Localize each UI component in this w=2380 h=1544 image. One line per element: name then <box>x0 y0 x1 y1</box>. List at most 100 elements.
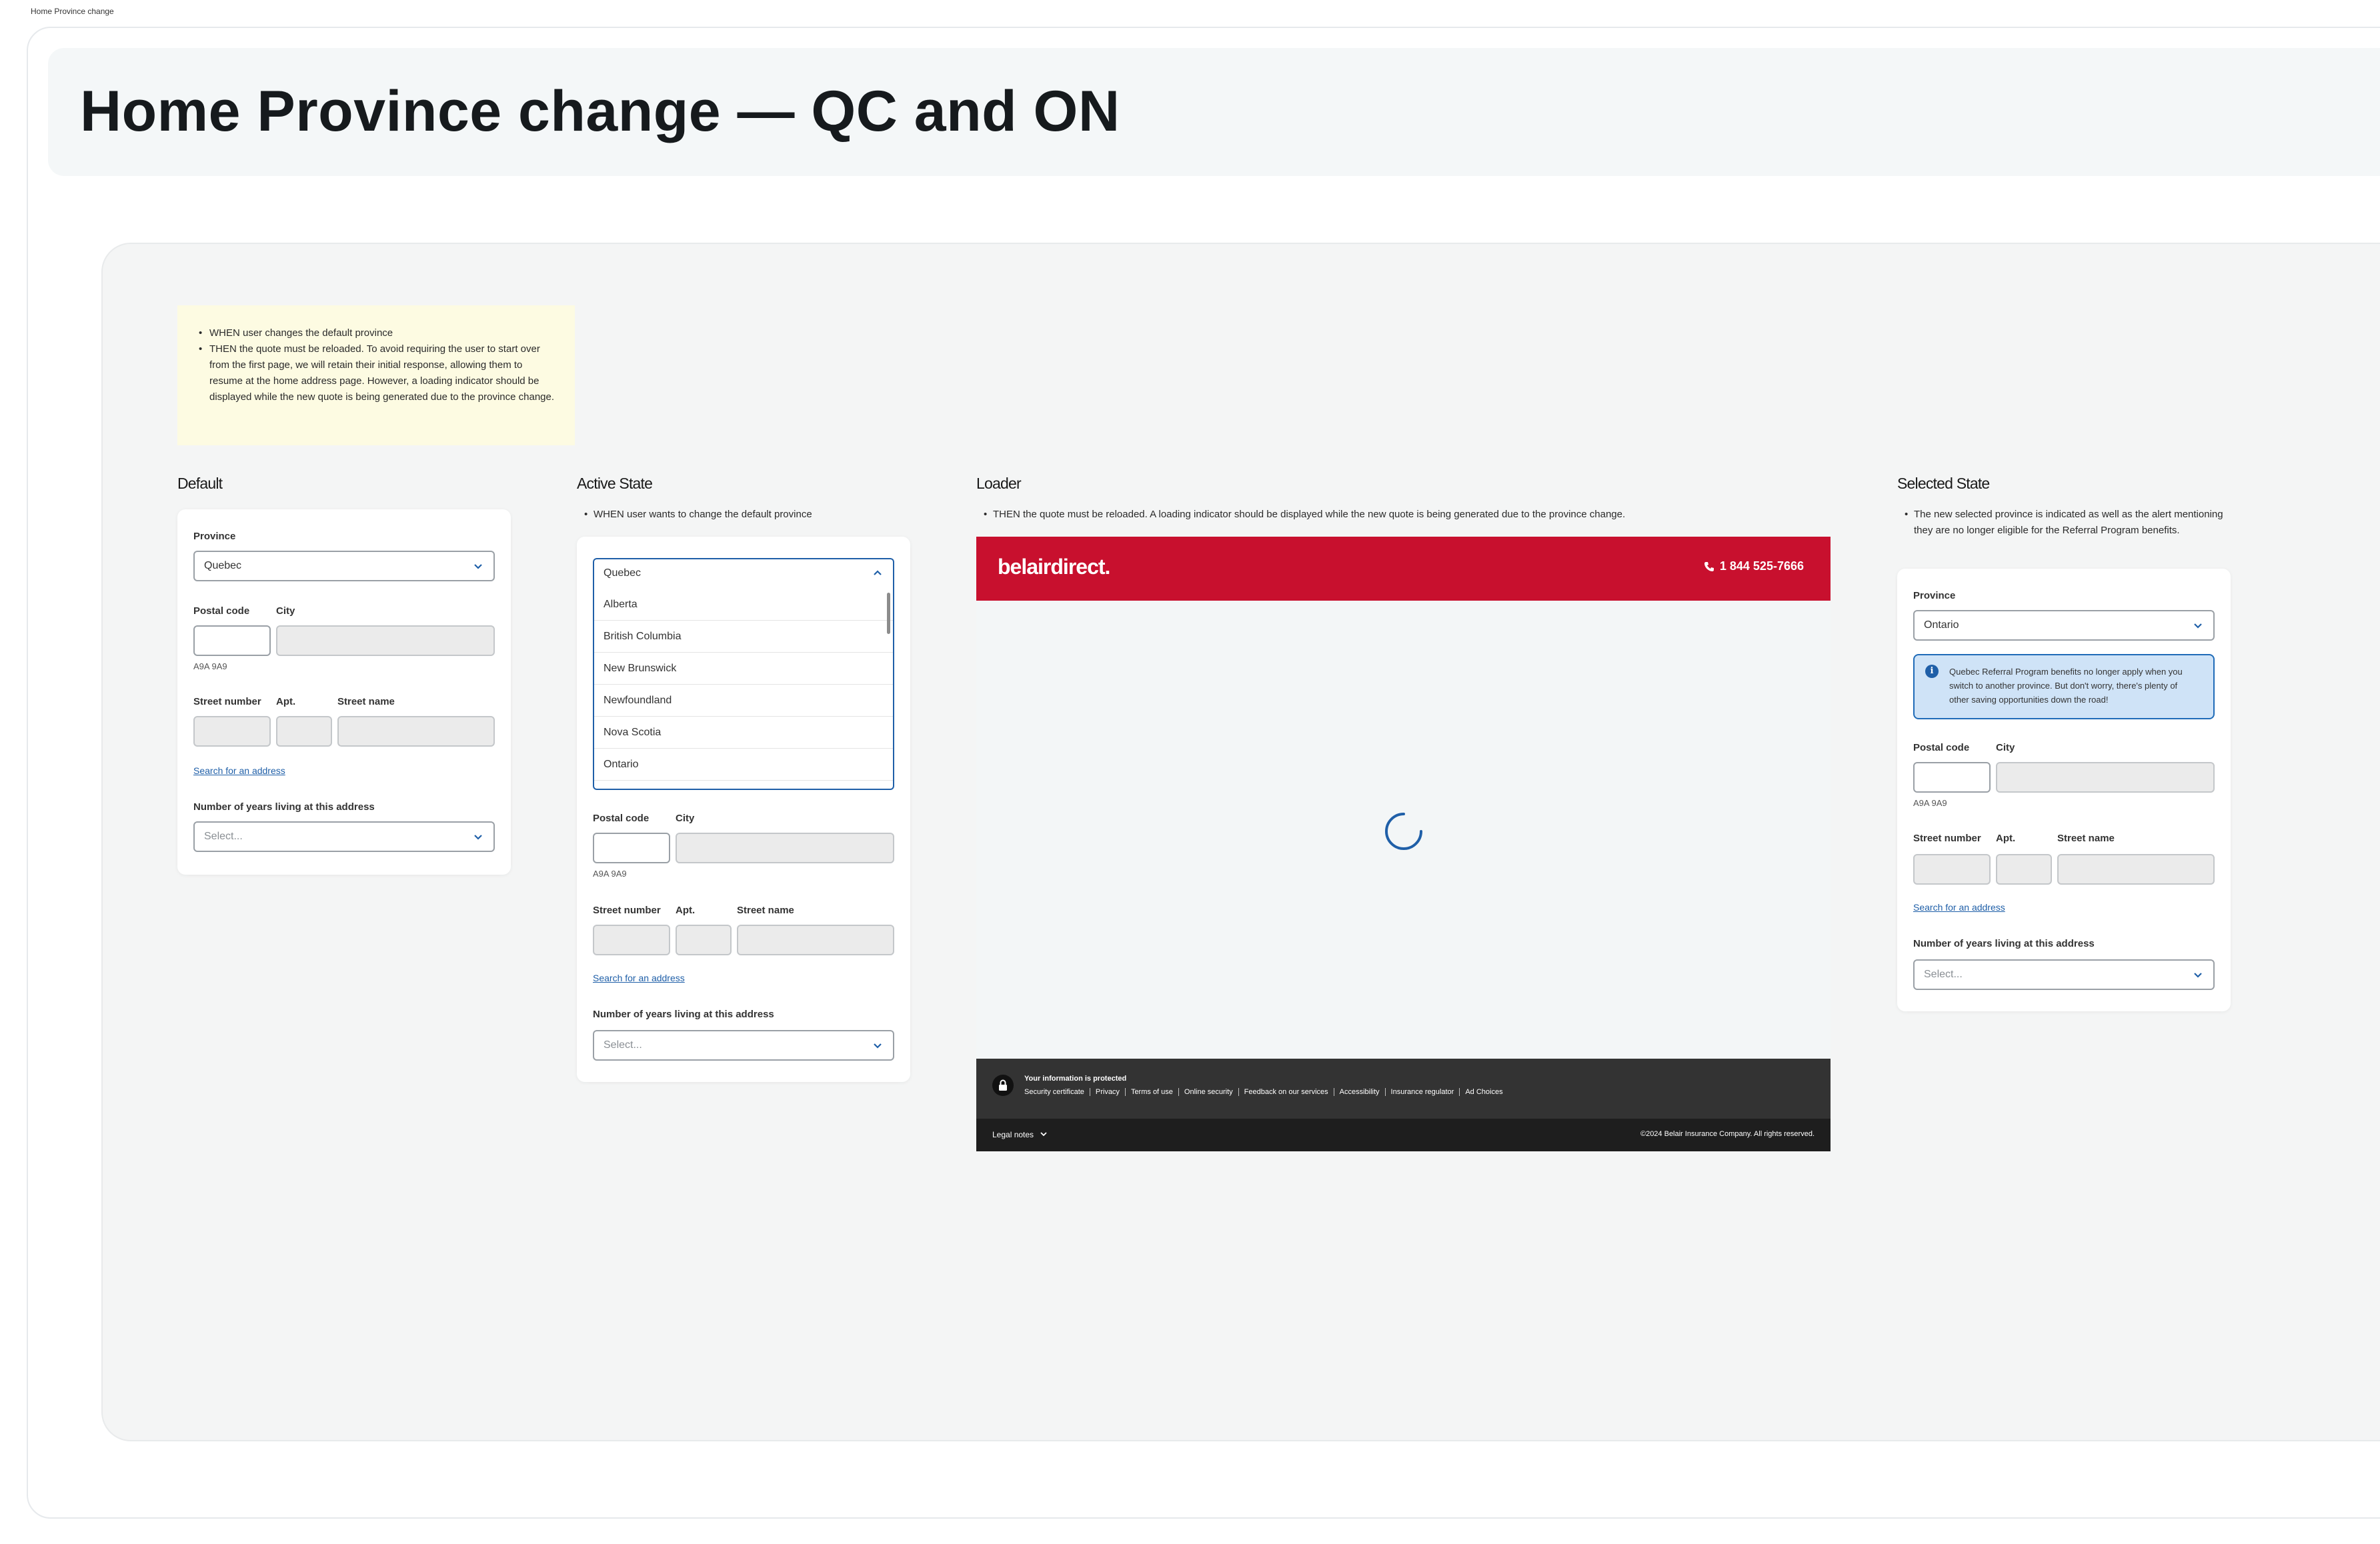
years-label: Number of years living at this address <box>193 801 375 813</box>
footer-bottom: Legal notes ©2024 Belair Insurance Compa… <box>976 1119 1831 1151</box>
city-input <box>676 833 894 863</box>
apt-label: Apt. <box>676 905 696 916</box>
lock-icon <box>992 1075 1014 1096</box>
active-note: WHEN user wants to change the default pr… <box>584 507 914 523</box>
dropdown-scrollbar[interactable] <box>887 593 890 634</box>
province-select[interactable]: Quebec <box>193 551 495 581</box>
option-nova-scotia[interactable]: Nova Scotia <box>594 717 893 749</box>
footer-link-accessibility[interactable]: Accessibility <box>1333 1088 1385 1096</box>
postal-code-hint: A9A 9A9 <box>1913 798 1947 808</box>
footer-link-security-certificate[interactable]: Security certificate <box>1024 1088 1090 1096</box>
years-placeholder: Select... <box>204 831 243 842</box>
apt-input <box>676 925 732 955</box>
chevron-down-icon <box>474 835 482 840</box>
search-address-link[interactable]: Search for an address <box>1913 902 2005 913</box>
loading-spinner-icon <box>1385 813 1422 850</box>
chevron-down-icon <box>2194 973 2202 978</box>
postal-code-hint: A9A 9A9 <box>193 661 227 671</box>
province-select-open[interactable]: Quebec <box>593 558 894 589</box>
postal-code-input[interactable] <box>593 833 670 863</box>
active-heading: Active State <box>577 475 653 492</box>
province-dropdown-list: Alberta British Columbia New Brunswick N… <box>593 589 894 790</box>
years-select[interactable]: Select... <box>1913 959 2215 990</box>
province-value: Quebec <box>204 560 242 571</box>
street-number-label: Street number <box>193 696 261 707</box>
city-input <box>1996 762 2215 793</box>
postal-code-hint: A9A 9A9 <box>593 869 627 879</box>
referral-alert: i Quebec Referral Program benefits no lo… <box>1913 654 2215 719</box>
province-select[interactable]: Ontario <box>1913 610 2215 641</box>
years-placeholder: Select... <box>1924 969 1963 980</box>
street-name-label: Street name <box>2057 833 2115 844</box>
city-label: City <box>1996 742 2015 753</box>
loader-heading: Loader <box>976 475 1022 492</box>
street-name-input <box>2057 854 2215 885</box>
copyright: ©2024 Belair Insurance Company. All righ… <box>1640 1130 1815 1138</box>
default-form-card: Province Quebec Postal code City A9A 9A9… <box>177 509 511 875</box>
footer-link-terms[interactable]: Terms of use <box>1124 1088 1178 1096</box>
years-label: Number of years living at this address <box>1913 938 2095 949</box>
active-form-card: Quebec Alberta British Columbia New Brun… <box>577 537 910 1082</box>
brand-header: belairdirect. 1 844 525-7666 <box>976 537 1831 601</box>
sticky-note: WHEN user changes the default province T… <box>177 305 575 445</box>
street-name-input <box>737 925 894 955</box>
belairdirect-logo[interactable]: belairdirect. <box>998 555 1110 579</box>
option-alberta[interactable]: Alberta <box>594 589 893 621</box>
option-newfoundland[interactable]: Newfoundland <box>594 685 893 717</box>
footer-link-insurance-regulator[interactable]: Insurance regulator <box>1384 1088 1460 1096</box>
footer-link-online-security[interactable]: Online security <box>1178 1088 1238 1096</box>
footer-top: Your information is protected Security c… <box>976 1059 1831 1119</box>
footer-links: Security certificate Privacy Terms of us… <box>1024 1088 1508 1096</box>
years-select[interactable]: Select... <box>593 1030 894 1061</box>
years-placeholder: Select... <box>604 1039 642 1051</box>
frame-label: Home Province change <box>31 7 114 16</box>
street-number-input <box>193 716 271 747</box>
info-icon: i <box>1925 665 1939 678</box>
years-select[interactable]: Select... <box>193 821 495 852</box>
footer-link-feedback[interactable]: Feedback on our services <box>1238 1088 1334 1096</box>
city-label: City <box>676 813 695 824</box>
street-number-label: Street number <box>1913 833 1981 844</box>
sticky-note-line: WHEN user changes the default province <box>199 325 555 341</box>
option-british-columbia[interactable]: British Columbia <box>594 621 893 653</box>
street-name-input <box>337 716 495 747</box>
city-input <box>276 625 495 656</box>
postal-code-input[interactable] <box>1913 762 1991 793</box>
search-address-link[interactable]: Search for an address <box>593 973 685 983</box>
street-name-label: Street name <box>337 696 395 707</box>
province-label: Province <box>193 531 236 542</box>
protected-text: Your information is protected <box>1024 1075 1127 1083</box>
apt-label: Apt. <box>276 696 296 707</box>
footer-link-ad-choices[interactable]: Ad Choices <box>1459 1088 1508 1096</box>
sticky-note-line: THEN the quote must be reloaded. To avoi… <box>199 341 555 405</box>
postal-code-input[interactable] <box>193 625 271 656</box>
selected-note: The new selected province is indicated a… <box>1905 507 2227 539</box>
selected-form-card: Province Ontario i Quebec Referral Progr… <box>1897 569 2231 1011</box>
footer-link-privacy[interactable]: Privacy <box>1089 1088 1125 1096</box>
apt-label: Apt. <box>1996 833 2016 844</box>
default-heading: Default <box>177 475 223 492</box>
province-label: Province <box>1913 590 1956 601</box>
apt-input <box>1996 854 2052 885</box>
phone-icon <box>1704 562 1714 571</box>
legal-notes-label: Legal notes <box>992 1130 1034 1139</box>
street-number-label: Street number <box>593 905 661 916</box>
phone-number: 1 844 525-7666 <box>1719 559 1804 573</box>
street-number-input <box>1913 854 1991 885</box>
page-title: Home Province change — QC and ON <box>80 79 1120 143</box>
search-address-link[interactable]: Search for an address <box>193 765 285 776</box>
postal-code-label: Postal code <box>1913 742 1970 753</box>
street-number-input <box>593 925 670 955</box>
loader-page: belairdirect. 1 844 525-7666 Your inform… <box>976 537 1831 1151</box>
option-new-brunswick[interactable]: New Brunswick <box>594 653 893 685</box>
city-label: City <box>276 605 295 617</box>
selected-heading: Selected State <box>1897 475 1990 492</box>
years-label: Number of years living at this address <box>593 1009 774 1020</box>
postal-code-label: Postal code <box>193 605 250 617</box>
chevron-up-icon <box>874 570 882 575</box>
province-value: Quebec <box>604 567 642 579</box>
legal-notes-toggle[interactable]: Legal notes <box>992 1130 1048 1139</box>
postal-code-label: Postal code <box>593 813 650 824</box>
option-ontario[interactable]: Ontario <box>594 749 893 781</box>
phone-link[interactable]: 1 844 525-7666 <box>1704 559 1804 573</box>
